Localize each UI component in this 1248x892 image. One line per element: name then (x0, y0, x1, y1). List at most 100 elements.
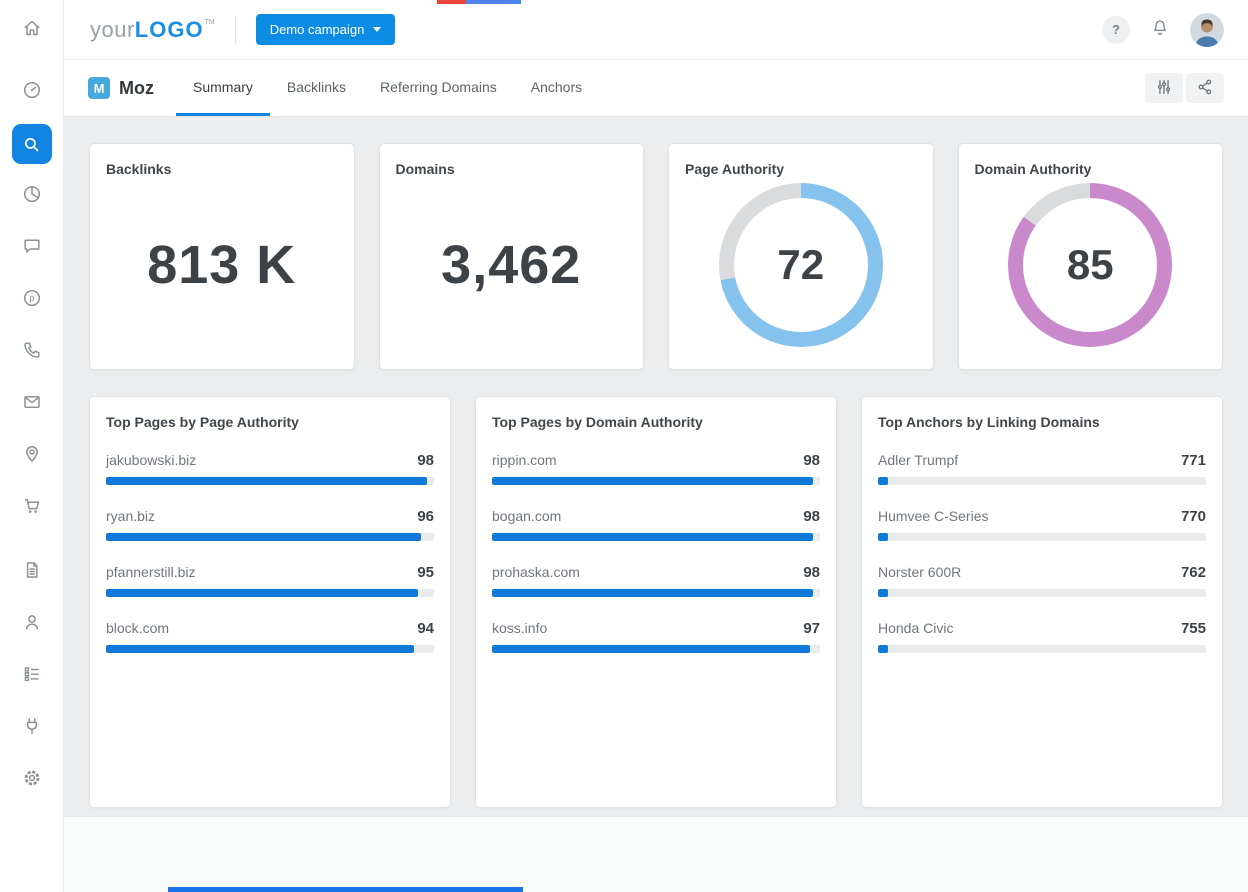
list-item: Adler Trumpf 771 (878, 452, 1206, 485)
page-label: koss.info (492, 620, 547, 636)
campaign-selector-button[interactable]: Demo campaign (256, 14, 396, 45)
sidebar: p (0, 0, 64, 892)
sidebar-item-cart[interactable] (0, 482, 63, 534)
tab-summary[interactable]: Summary (176, 60, 270, 116)
paid-circle-icon: p (22, 288, 42, 313)
anchor-label: Adler Trumpf (878, 452, 958, 468)
sidebar-item-home[interactable] (0, 0, 63, 60)
tab-backlinks[interactable]: Backlinks (270, 60, 363, 116)
progress-bar (878, 533, 1206, 541)
filter-button[interactable] (1145, 73, 1183, 103)
card-title: Top Pages by Domain Authority (492, 414, 820, 430)
sidebar-item-dashboard[interactable] (0, 66, 63, 118)
sidebar-item-integrations[interactable] (0, 702, 63, 754)
moz-logo-icon: M (88, 77, 110, 99)
screen-artifact-bottom (168, 887, 523, 892)
comments-icon (22, 236, 42, 261)
top-pages-by-page-authority-card: Top Pages by Page Authority jakubowski.b… (89, 396, 451, 808)
sidebar-item-checklist[interactable] (0, 650, 63, 702)
list-item: prohaska.com 98 (492, 564, 820, 597)
gear-icon (22, 768, 42, 793)
divider (235, 16, 236, 44)
sidebar-item-phone[interactable] (0, 326, 63, 378)
sidebar-item-paid[interactable]: p (0, 274, 63, 326)
card-title: Backlinks (106, 161, 338, 177)
progress-bar (106, 645, 434, 653)
report-tabs: Summary Backlinks Referring Domains Anch… (176, 60, 599, 116)
domain-authority-donut-chart: 85 (1008, 183, 1172, 347)
notifications-button[interactable] (1150, 18, 1170, 41)
stat-card-domain-authority: Domain Authority 85 (958, 143, 1224, 370)
progress-bar (106, 533, 434, 541)
sidebar-item-location[interactable] (0, 430, 63, 482)
sidebar-item-settings[interactable] (0, 754, 63, 806)
user-icon (22, 612, 42, 637)
pie-chart-icon (22, 184, 42, 209)
list-item: pfannerstill.biz95 (106, 564, 434, 597)
main-content: Backlinks 813 K Domains 3,462 Page Autho… (64, 117, 1248, 892)
sidebar-item-search[interactable] (0, 118, 63, 170)
progress-bar (878, 589, 1206, 597)
page-label: block.com (106, 620, 169, 636)
campaign-selector-label: Demo campaign (270, 22, 365, 37)
list-item: ryan.biz96 (106, 508, 434, 541)
backlinks-value: 813 K (147, 234, 296, 296)
page-value: 95 (417, 564, 434, 581)
page-label: ryan.biz (106, 508, 155, 524)
share-icon (1196, 78, 1214, 99)
page-value: 94 (417, 620, 434, 637)
list-item: bogan.com 98 (492, 508, 820, 541)
list-item: rippin.com98 (492, 452, 820, 485)
logo-prefix: your (90, 17, 135, 43)
avatar[interactable] (1190, 13, 1224, 47)
page-label: prohaska.com (492, 564, 580, 580)
tab-referring-domains[interactable]: Referring Domains (363, 60, 514, 116)
page-value: 97 (803, 620, 820, 637)
progress-bar (878, 477, 1206, 485)
progress-bar (492, 589, 820, 597)
home-icon (22, 18, 42, 43)
sidebar-item-mail[interactable] (0, 378, 63, 430)
stat-card-backlinks: Backlinks 813 K (89, 143, 355, 370)
dashboard-icon (22, 80, 42, 105)
top-pages-by-domain-authority-card: Top Pages by Domain Authority rippin.com… (475, 396, 837, 808)
sidebar-item-comments[interactable] (0, 222, 63, 274)
document-icon (22, 560, 42, 585)
page-authority-value: 72 (777, 241, 824, 289)
help-button[interactable]: ? (1102, 16, 1130, 44)
share-button[interactable] (1186, 73, 1224, 103)
card-title: Top Anchors by Linking Domains (878, 414, 1206, 430)
chevron-down-icon (373, 27, 381, 32)
bell-icon (1150, 18, 1170, 41)
search-icon (12, 124, 52, 164)
anchor-value: 771 (1181, 452, 1206, 469)
list-item: Norster 600R762 (878, 564, 1206, 597)
sidebar-item-documents[interactable] (0, 546, 63, 598)
anchor-label: Norster 600R (878, 564, 961, 580)
tab-anchors[interactable]: Anchors (514, 60, 599, 116)
report-header: M Moz Summary Backlinks Referring Domain… (64, 60, 1248, 117)
page-label: rippin.com (492, 452, 557, 468)
progress-bar (492, 477, 820, 485)
page-value: 98 (803, 508, 820, 525)
card-title: Page Authority (685, 161, 917, 177)
topbar-actions: ? (1102, 13, 1224, 47)
progress-bar (492, 645, 820, 653)
page-value: 98 (803, 564, 820, 581)
anchor-value: 770 (1181, 508, 1206, 525)
anchor-label: Humvee C-Series (878, 508, 988, 524)
list-cards-row: Top Pages by Page Authority jakubowski.b… (89, 396, 1223, 808)
page-label: bogan.com (492, 508, 561, 524)
filter-sliders-icon (1155, 78, 1173, 99)
report-actions (1145, 60, 1224, 116)
domain-authority-value: 85 (1067, 241, 1114, 289)
sidebar-item-pie-chart[interactable] (0, 170, 63, 222)
sidebar-item-user[interactable] (0, 598, 63, 650)
stat-card-page-authority: Page Authority 72 (668, 143, 934, 370)
list-item: koss.info 97 (492, 620, 820, 653)
progress-bar (492, 533, 820, 541)
stat-cards-row: Backlinks 813 K Domains 3,462 Page Autho… (89, 143, 1223, 370)
progress-bar (106, 589, 434, 597)
stat-card-domains: Domains 3,462 (379, 143, 645, 370)
list-item: Humvee C-Series 770 (878, 508, 1206, 541)
